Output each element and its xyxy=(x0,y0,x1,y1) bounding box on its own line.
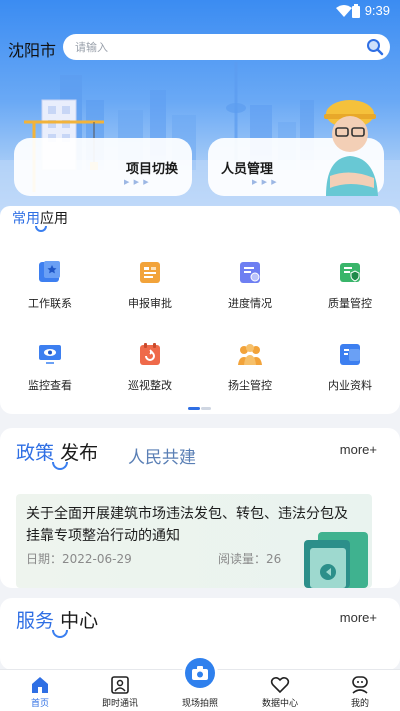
app-label: 申报审批 xyxy=(128,297,172,310)
home-icon xyxy=(32,677,48,693)
tab-people-co-build[interactable]: 人民共建 xyxy=(128,443,196,468)
nav-messaging[interactable]: 即时通讯 xyxy=(80,670,160,711)
page-indicator xyxy=(188,407,211,426)
nav-label: 首页 xyxy=(30,699,49,709)
camera-button[interactable] xyxy=(185,658,215,688)
camera-icon xyxy=(192,666,208,680)
documents-icon xyxy=(340,344,360,365)
nav-data-center[interactable]: 数据中心 xyxy=(240,670,320,711)
profile-icon xyxy=(352,676,368,694)
search-input[interactable] xyxy=(75,38,355,56)
nav-label: 我的 xyxy=(350,699,369,709)
app-label: 扬尘管控 xyxy=(228,379,272,392)
app-label: 工作联系 xyxy=(28,297,72,310)
service-title-accent: 服务 xyxy=(16,610,55,632)
page-dot-active xyxy=(188,407,200,410)
news-date: 日期：2022-06-29 xyxy=(26,552,132,566)
city-selector[interactable]: 沈阳市 xyxy=(8,37,56,61)
heart-icon xyxy=(270,676,290,694)
progress-icon xyxy=(240,262,260,283)
policy-panel: 政策 发布 人民共建 more+ 关于全面开展建筑市场违法发包、转包、违法分包及… xyxy=(0,428,400,588)
app-patrol[interactable]: 巡视整改 xyxy=(100,338,200,398)
news-read-count: 阅读量：26 xyxy=(218,552,282,566)
tab-policy-release[interactable]: 政策 发布 xyxy=(16,438,98,465)
tab-policy-accent: 政策 xyxy=(16,442,55,464)
common-apps-title-accent: 常用 xyxy=(12,211,40,227)
app-documents[interactable]: 内业资料 xyxy=(300,338,400,398)
app-label: 质量管控 xyxy=(328,297,372,310)
title-underline-decoration xyxy=(52,630,68,638)
quality-icon xyxy=(340,263,360,282)
approval-icon xyxy=(140,262,160,283)
app-dust-control[interactable]: 扬尘管控 xyxy=(200,338,300,398)
patrol-icon xyxy=(140,343,160,365)
policy-more-link[interactable]: more+ xyxy=(340,442,377,457)
tab-underline-decoration xyxy=(52,462,68,470)
app-quality[interactable]: 质量管控 xyxy=(300,256,400,316)
app-approval[interactable]: 申报审批 xyxy=(100,256,200,316)
app-label: 监控查看 xyxy=(28,379,72,392)
battery-icon xyxy=(352,4,360,18)
chevron-right-icon: ▶ ▶ ▶ xyxy=(124,178,150,186)
work-contact-icon xyxy=(39,261,60,282)
search-bar[interactable] xyxy=(63,34,390,60)
service-center-title: 服务 中心 xyxy=(16,606,98,633)
app-label: 进度情况 xyxy=(228,297,272,310)
app-work-contact[interactable]: 工作联系 xyxy=(0,256,100,316)
wifi-icon xyxy=(336,5,352,17)
search-icon[interactable] xyxy=(366,38,384,56)
monitor-icon xyxy=(39,345,61,364)
nav-mine[interactable]: 我的 xyxy=(320,670,400,711)
nav-label: 即时通讯 xyxy=(101,699,138,709)
tab-policy-rest: 发布 xyxy=(60,442,99,464)
contact-card-icon xyxy=(111,676,129,694)
chevron-right-icon: ▶ ▶ ▶ xyxy=(252,178,278,186)
staff-management-label: 人员管理 xyxy=(221,162,274,177)
project-switch-label: 项目切换 xyxy=(126,162,179,177)
project-switch-card[interactable]: 项目切换 ▶ ▶ ▶ xyxy=(14,138,192,196)
app-label: 巡视整改 xyxy=(128,379,172,392)
app-progress[interactable]: 进度情况 xyxy=(200,256,300,316)
status-time: 9:39 xyxy=(364,3,390,18)
nav-label: 现场拍照 xyxy=(181,699,218,709)
app-monitor[interactable]: 监控查看 xyxy=(0,338,100,398)
status-bar: 9:39 xyxy=(0,0,400,24)
nav-home[interactable]: 首页 xyxy=(0,670,80,711)
common-apps-panel: 常用应用 工作联系 申报审批 进度情况 质量管控 监控查看 巡视整改 扬尘管控 … xyxy=(0,206,400,414)
service-title-rest: 中心 xyxy=(60,610,99,632)
app-label: 内业资料 xyxy=(328,379,372,392)
title-underline-decoration xyxy=(35,226,47,232)
nav-label: 数据中心 xyxy=(261,699,298,709)
document-book-icon xyxy=(304,532,368,588)
dust-control-icon xyxy=(238,344,262,365)
common-apps-title: 常用应用 xyxy=(12,208,68,228)
page-dot xyxy=(201,407,211,410)
service-more-link[interactable]: more+ xyxy=(340,610,377,625)
worker-avatar-illustration xyxy=(324,100,378,196)
hero-banner: 9:39 沈阳市 项目切换 ▶ ▶ ▶ 人员管理 ▶ ▶ ▶ xyxy=(0,0,400,225)
common-apps-title-rest: 应用 xyxy=(40,211,68,227)
news-item[interactable]: 关于全面开展建筑市场违法发包、转包、违法分包及挂靠专项整治行动的通知 日期：20… xyxy=(16,494,372,588)
